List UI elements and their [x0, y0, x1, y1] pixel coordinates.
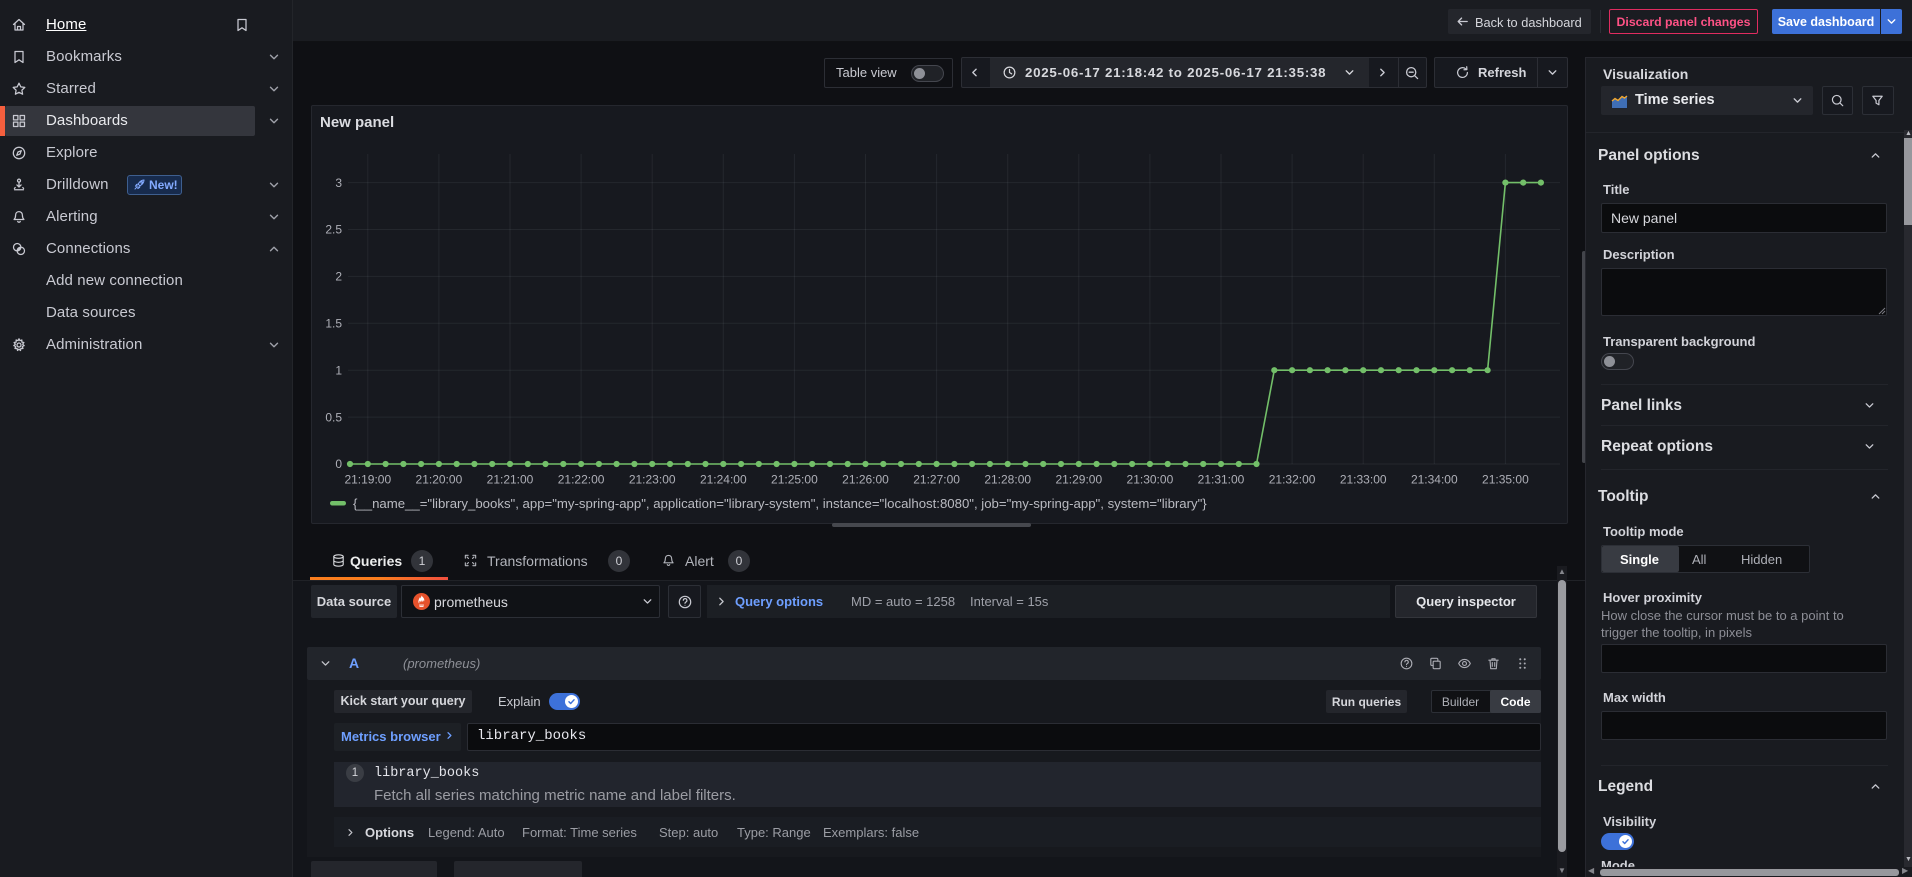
- svg-text:21:21:00: 21:21:00: [487, 473, 534, 487]
- svg-text:2.5: 2.5: [325, 223, 342, 237]
- svg-text:0: 0: [335, 457, 342, 471]
- svg-text:21:19:00: 21:19:00: [344, 473, 391, 487]
- svg-text:21:33:00: 21:33:00: [1340, 473, 1387, 487]
- svg-text:3: 3: [335, 176, 342, 190]
- svg-text:1: 1: [335, 363, 342, 377]
- svg-text:0.5: 0.5: [325, 410, 342, 424]
- svg-text:21:29:00: 21:29:00: [1055, 473, 1102, 487]
- svg-text:21:28:00: 21:28:00: [984, 473, 1031, 487]
- svg-text:21:24:00: 21:24:00: [700, 473, 747, 487]
- svg-text:1.5: 1.5: [325, 317, 342, 331]
- svg-text:21:22:00: 21:22:00: [558, 473, 605, 487]
- svg-text:2: 2: [335, 270, 342, 284]
- svg-text:21:34:00: 21:34:00: [1411, 473, 1458, 487]
- svg-text:21:27:00: 21:27:00: [913, 473, 960, 487]
- svg-text:21:31:00: 21:31:00: [1198, 473, 1245, 487]
- svg-text:21:32:00: 21:32:00: [1269, 473, 1316, 487]
- svg-text:21:25:00: 21:25:00: [771, 473, 818, 487]
- svg-text:21:35:00: 21:35:00: [1482, 473, 1529, 487]
- svg-text:21:30:00: 21:30:00: [1127, 473, 1174, 487]
- svg-text:21:20:00: 21:20:00: [416, 473, 463, 487]
- svg-text:21:26:00: 21:26:00: [842, 473, 889, 487]
- svg-text:21:23:00: 21:23:00: [629, 473, 676, 487]
